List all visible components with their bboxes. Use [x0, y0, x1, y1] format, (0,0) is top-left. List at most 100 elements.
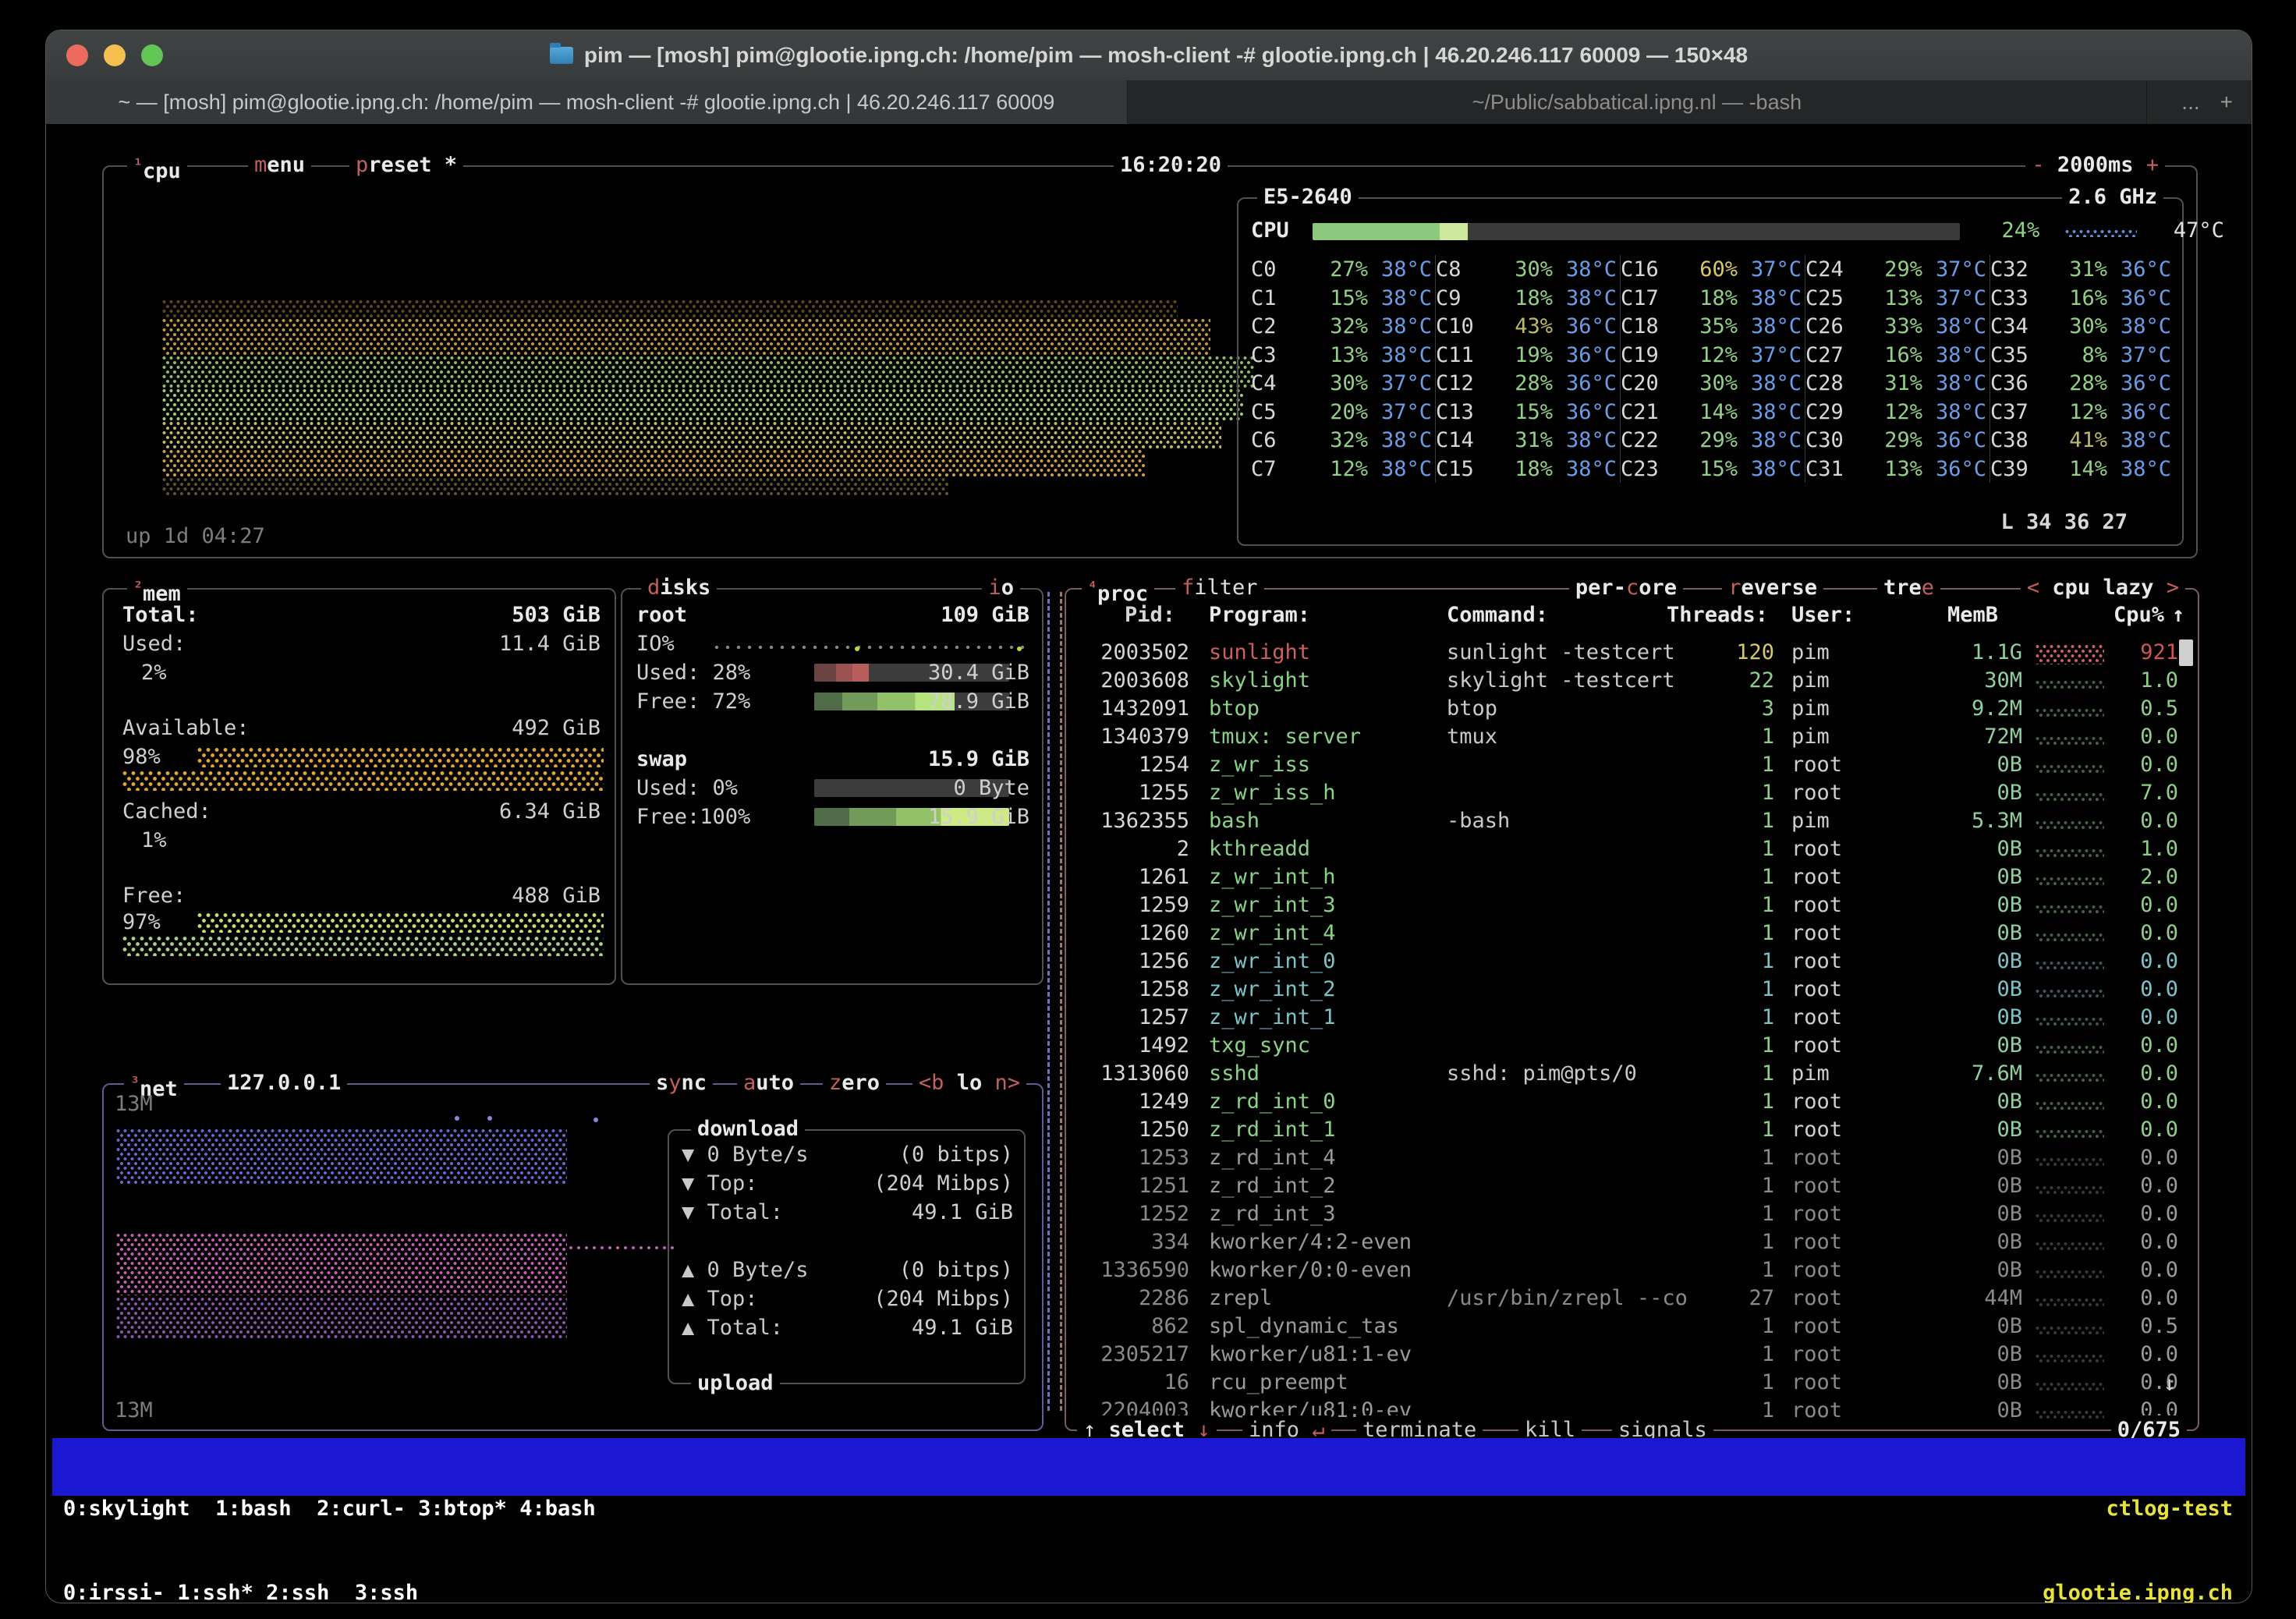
mem-available-meter: 98% [122, 742, 604, 792]
core-name: C32 [1990, 255, 2045, 284]
process-cpu: 0.0 [2111, 722, 2178, 751]
process-row[interactable]: 1336590kworker/0:0-even1root0B0.0 [1080, 1256, 2185, 1284]
core-temp: 38°C [1368, 426, 1432, 455]
process-row[interactable]: 2003502sunlightsunlight -testcert120pim1… [1080, 638, 2185, 667]
process-row[interactable]: 1252z_rd_int_31root0B0.0 [1080, 1199, 2185, 1228]
process-row[interactable]: 1255z_wr_iss_h1root0B7.0 [1080, 778, 2185, 807]
process-row[interactable]: 1313060sshdsshd: pim@pts/01pim7.6M0.0 [1080, 1059, 2185, 1088]
upload-title: upload [691, 1369, 780, 1398]
process-name: z_rd_int_3 [1209, 1199, 1336, 1228]
sort-direction-icon[interactable]: ↑ [2172, 600, 2184, 629]
menu-button[interactable]: menu [248, 151, 311, 179]
process-row[interactable]: 2003608skylightskylight -testcert22pim30… [1080, 666, 2185, 695]
process-user: root [1791, 778, 1842, 807]
process-user: root [1791, 1228, 1842, 1256]
btop-terminal: ¹cpu menu preset * 16:20:20 - 2000ms + u… [54, 124, 2245, 1438]
io-graph-line-blue [1047, 592, 1050, 1411]
proc-reverse-button[interactable]: reverse [1722, 573, 1823, 602]
process-mem: 7.6M [1921, 1059, 2022, 1088]
process-row[interactable]: 2305217kworker/u81:1-ev1root0B0.0 [1080, 1340, 2185, 1369]
process-command: skylight -testcert [1447, 666, 1675, 695]
process-name: txg_sync [1209, 1031, 1310, 1060]
net-auto-button[interactable]: auto [737, 1068, 800, 1097]
core-temp: 37°C [1738, 255, 1802, 284]
tmux-windows-line1[interactable]: 0:skylight 1:bash 2:curl- 3:btop* 4:bash [63, 1495, 596, 1523]
process-user: root [1791, 975, 1842, 1004]
process-row[interactable]: 1258z_wr_int_21root0B0.0 [1080, 975, 2185, 1004]
proc-percore-button[interactable]: per-core [1569, 573, 1683, 602]
process-cpu-graph [2036, 1213, 2104, 1222]
process-row[interactable]: 1261z_wr_int_h1root0B2.0 [1080, 863, 2185, 891]
process-row[interactable]: 1260z_wr_int_41root0B0.0 [1080, 919, 2185, 948]
tmux-session-name: ctlog-test [2043, 1495, 2233, 1523]
process-row[interactable]: 2kthreadd1root0B1.0 [1080, 834, 2185, 863]
tmux-hostname: glootie.ipng.ch [2043, 1579, 2233, 1603]
process-row[interactable]: 1256z_wr_int_01root0B0.0 [1080, 947, 2185, 976]
col-memb[interactable]: MemB [1947, 600, 1998, 629]
process-mem: 0B [1921, 1115, 2022, 1144]
process-cpu: 0.0 [2111, 1284, 2178, 1313]
disks-box-title[interactable]: disks [641, 573, 717, 602]
process-cpu: 0.0 [2111, 1340, 2178, 1369]
process-row[interactable]: 862spl_dynamic_tas1root0B0.5 [1080, 1312, 2185, 1341]
col-pid[interactable]: Pid: [1066, 600, 1175, 629]
proc-tree-button[interactable]: tree [1877, 573, 1940, 602]
io-button[interactable]: io [982, 573, 1020, 602]
interval-decrease-button[interactable]: - [2032, 153, 2044, 177]
process-name: bash [1209, 806, 1260, 835]
window-title: pim — [mosh] pim@glootie.ipng.ch: /home/… [584, 43, 1748, 68]
proc-filter-button[interactable]: filter [1175, 573, 1264, 602]
core-name: C39 [1990, 455, 2045, 484]
proc-sort-selector[interactable]: < cpu lazy > [2021, 573, 2185, 602]
process-cpu-graph [2036, 1129, 2104, 1138]
core-temp: 38°C [1922, 369, 1986, 398]
process-row[interactable]: 1253z_rd_int_41root0B0.0 [1080, 1143, 2185, 1172]
process-threads: 1 [1681, 1059, 1774, 1088]
process-row[interactable]: 1251z_rd_int_21root0B0.0 [1080, 1171, 2185, 1200]
process-row[interactable]: 1257z_wr_int_11root0B0.0 [1080, 1003, 2185, 1032]
tab-mosh-session[interactable]: ~ — [mosh] pim@glootie.ipng.ch: /home/pi… [46, 80, 1128, 124]
process-pid: 1254 [1080, 750, 1189, 779]
tab-bash-session[interactable]: ~/Public/sabbatical.ipng.nl — -bash [1128, 80, 2146, 124]
core-load: 12% [1860, 398, 1922, 427]
process-scrollbar-thumb[interactable] [2179, 639, 2193, 666]
core-temp: 38°C [1368, 341, 1432, 370]
scroll-down-icon[interactable]: ↓ [2163, 1369, 2176, 1398]
process-row[interactable]: 1492txg_sync1root0B0.0 [1080, 1031, 2185, 1060]
cpu-core-cell: C2315%38°C [1621, 455, 1805, 484]
interval-increase-button[interactable]: + [2146, 153, 2159, 177]
process-command: -bash [1447, 806, 1510, 835]
preset-button[interactable]: preset * [349, 151, 463, 179]
process-row[interactable]: 1254z_wr_iss1root0B0.0 [1080, 750, 2185, 779]
new-tab-button[interactable]: + [2220, 90, 2233, 115]
core-temp: 38°C [1738, 369, 1802, 398]
core-load: 41% [2045, 426, 2107, 455]
net-zero-button[interactable]: zero [823, 1068, 886, 1097]
process-row[interactable]: 1362355bash-bash1pim5.3M0.0 [1080, 806, 2185, 835]
col-program[interactable]: Program: [1209, 600, 1310, 629]
core-temp: 38°C [1738, 426, 1802, 455]
process-row[interactable]: 1249z_rd_int_01root0B0.0 [1080, 1087, 2185, 1116]
process-row[interactable]: 334kworker/4:2-even1root0B0.0 [1080, 1228, 2185, 1256]
cpu-box-title[interactable]: ¹cpu [127, 151, 187, 186]
cpu-total-percent: 24% [1972, 216, 2039, 245]
tab-overflow-button[interactable]: ... [2181, 90, 2199, 115]
col-user[interactable]: User: [1791, 600, 1855, 629]
tmux-windows-line2[interactable]: 0:irssi- 1:ssh* 2:ssh 3:ssh [63, 1579, 596, 1603]
process-pid: 1258 [1080, 975, 1189, 1004]
process-row[interactable]: 1259z_wr_int_31root0B0.0 [1080, 891, 2185, 919]
cpu-core-cell: C1228%36°C [1436, 369, 1621, 398]
net-sync-button[interactable]: sync [650, 1068, 713, 1097]
net-interface-switch[interactable]: <b lo n> [912, 1068, 1026, 1097]
process-row[interactable]: 1250z_rd_int_11root0B0.0 [1080, 1115, 2185, 1144]
col-threads[interactable]: Threads: [1667, 600, 1760, 629]
process-row[interactable]: 1432091btopbtop3pim9.2M0.5 [1080, 694, 2185, 723]
download-top-row: ▼ Top:(204 Mibps) [682, 1169, 1013, 1198]
process-row[interactable]: 2286zrepl/usr/bin/zrepl --co27root44M0.0 [1080, 1284, 2185, 1313]
core-name: C5 [1251, 398, 1306, 427]
process-row[interactable]: 1340379tmux: servertmux1pim72M0.0 [1080, 722, 2185, 751]
core-load: 18% [1675, 284, 1738, 313]
cpu-core-cell: C3628%36°C [1990, 369, 2174, 398]
col-cpu[interactable]: Cpu% [2097, 600, 2164, 629]
process-row[interactable]: 16rcu_preempt1root0B0.0 [1080, 1368, 2185, 1397]
